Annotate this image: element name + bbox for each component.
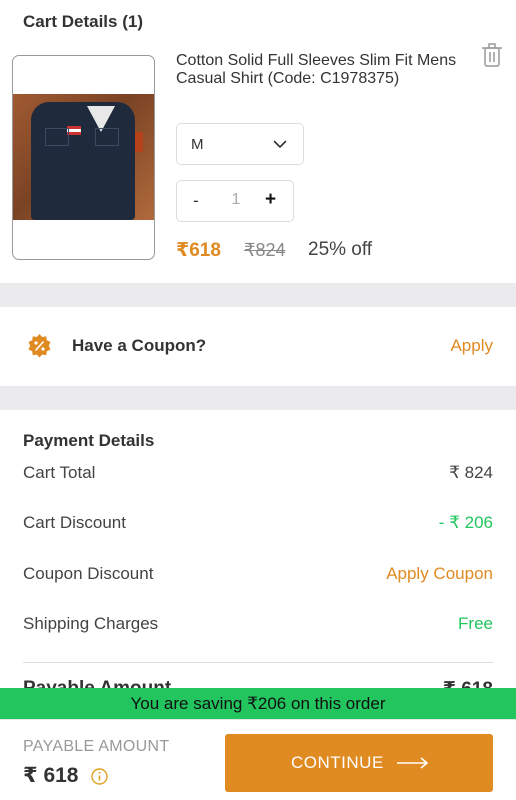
cart-details-section: Cart Details (1) Cotton Solid Full Sleev…: [0, 0, 516, 283]
apply-coupon-link[interactable]: Apply: [450, 336, 493, 356]
quantity-stepper: - 1 +: [176, 180, 294, 222]
size-dropdown[interactable]: M: [176, 123, 304, 165]
size-value: M: [191, 136, 204, 153]
decrease-quantity-button[interactable]: -: [193, 191, 199, 211]
row-label: Cart Discount: [23, 513, 126, 532]
footer-payable-label: PAYABLE AMOUNT: [23, 738, 170, 755]
discount-percent: 25% off: [308, 239, 373, 260]
row-label: Coupon Discount: [23, 564, 154, 583]
cart-discount-value: - ₹ 206: [438, 513, 493, 532]
product-photo: [13, 94, 154, 220]
divider: [23, 662, 493, 663]
cart-discount-row: Cart Discount - ₹ 206: [23, 513, 493, 537]
payment-title: Payment Details: [23, 431, 155, 450]
shirt-graphic: [31, 102, 143, 220]
selling-price: ₹618: [176, 240, 221, 261]
section-divider: [0, 283, 516, 307]
footer-payable-amount: ₹ 618: [23, 764, 79, 787]
shipping-value: Free: [458, 614, 493, 633]
arrow-right-icon: [397, 757, 429, 769]
coupon-discount-row: Coupon Discount Apply Coupon: [23, 564, 493, 588]
increase-quantity-button[interactable]: +: [265, 189, 276, 211]
original-price: ₹824: [244, 240, 286, 260]
payment-details-section: Payment Details Cart Total ₹ 824 Cart Di…: [0, 410, 516, 720]
percent-badge-icon: [28, 334, 51, 358]
shipping-row: Shipping Charges Free: [23, 614, 493, 638]
product-name[interactable]: Cotton Solid Full Sleeves Slim Fit Mens …: [176, 52, 466, 88]
continue-button[interactable]: CONTINUE: [225, 734, 493, 792]
coupon-label: Have a Coupon?: [72, 336, 207, 355]
product-image[interactable]: [12, 55, 155, 260]
row-label: Shipping Charges: [23, 614, 159, 633]
section-divider: [0, 386, 516, 410]
continue-label: CONTINUE: [291, 753, 384, 772]
savings-banner: You are saving ₹206 on this order: [0, 688, 516, 719]
info-icon[interactable]: [91, 768, 108, 785]
cart-total-row: Cart Total ₹ 824: [23, 463, 493, 487]
cart-total-value: ₹ 824: [449, 463, 493, 482]
row-label: Cart Total: [23, 463, 96, 482]
trash-icon[interactable]: [481, 42, 503, 68]
quantity-value: 1: [231, 191, 241, 208]
chevron-down-icon: [273, 140, 287, 149]
cart-title: Cart Details (1): [23, 12, 143, 31]
coupon-section[interactable]: Have a Coupon? Apply: [0, 307, 516, 386]
apply-coupon-button[interactable]: Apply Coupon: [386, 564, 493, 584]
checkout-footer: PAYABLE AMOUNT ₹ 618 CONTINUE: [0, 719, 516, 800]
